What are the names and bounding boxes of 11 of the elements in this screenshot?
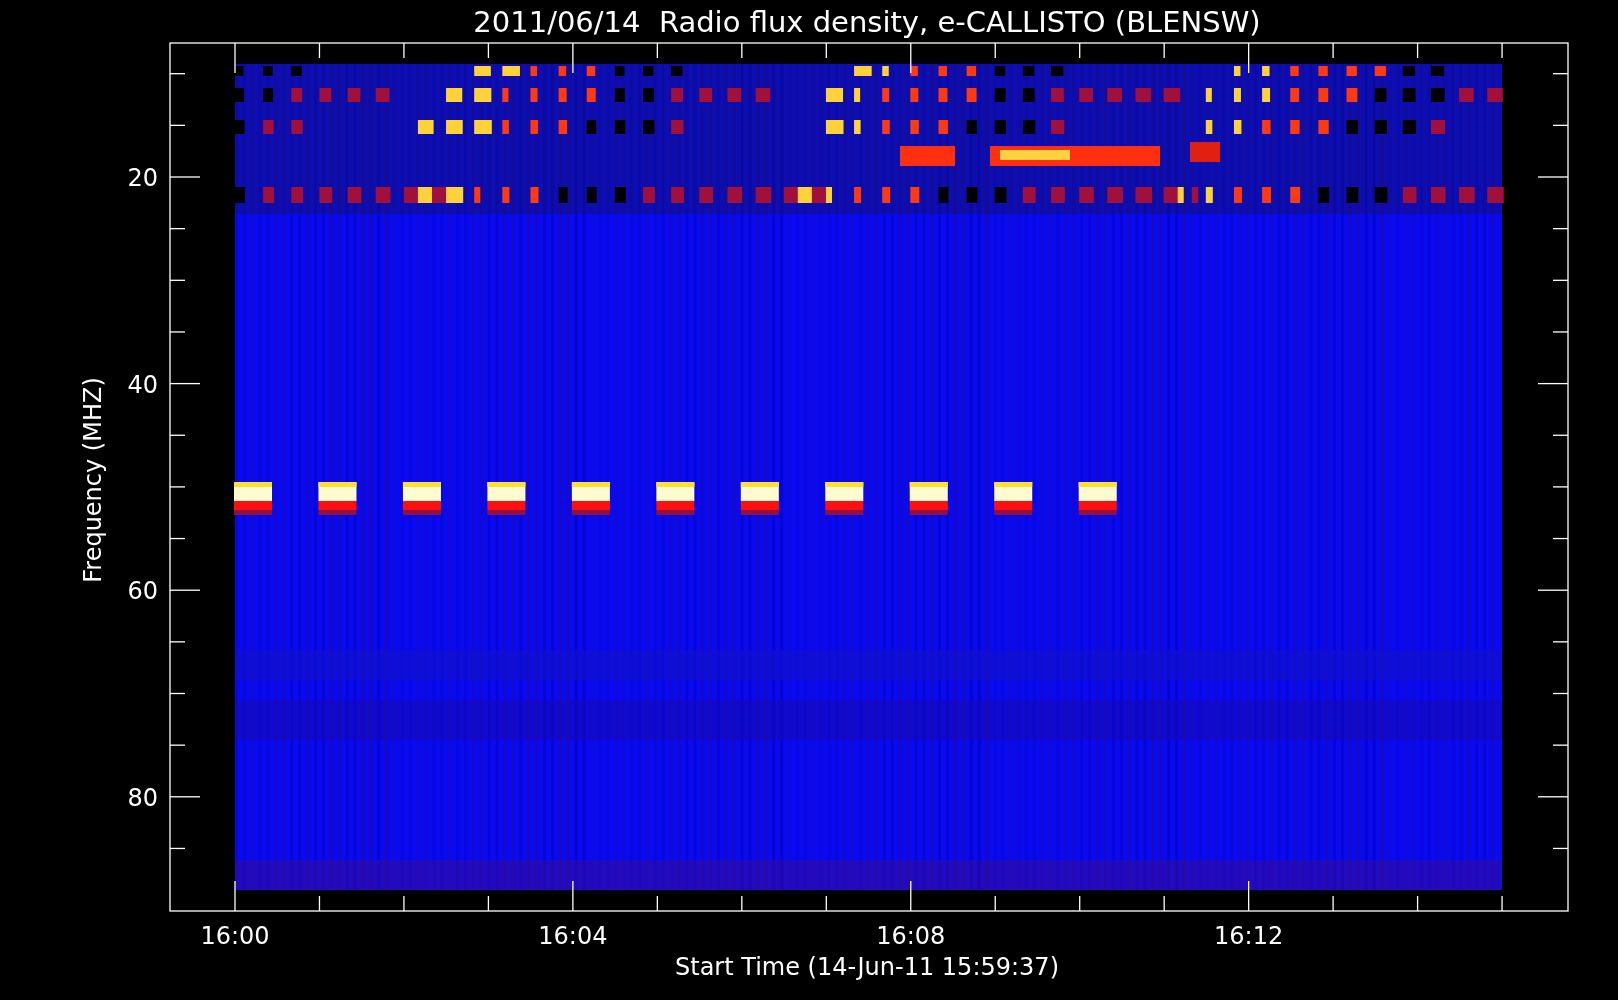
y-tick-label: 40 [127, 370, 158, 399]
x-tick-label: 16:12 [1214, 922, 1284, 950]
x-tick-label: 16:04 [538, 922, 608, 950]
x-tick-label: 16:00 [200, 922, 270, 950]
y-tick-label: 60 [127, 577, 158, 606]
y-tick-label: 20 [127, 164, 158, 192]
y-axis-label: Frequency (MHZ) [79, 377, 107, 583]
x-axis-label: Start Time (14-Jun-11 15:59:37) [675, 953, 1059, 981]
chart-title: 2011/06/14 Radio flux density, e-CALLISTO (BLENSW) [473, 5, 1261, 39]
x-tick-label: 16:08 [876, 922, 946, 950]
y-tick-label: 80 [127, 783, 158, 812]
